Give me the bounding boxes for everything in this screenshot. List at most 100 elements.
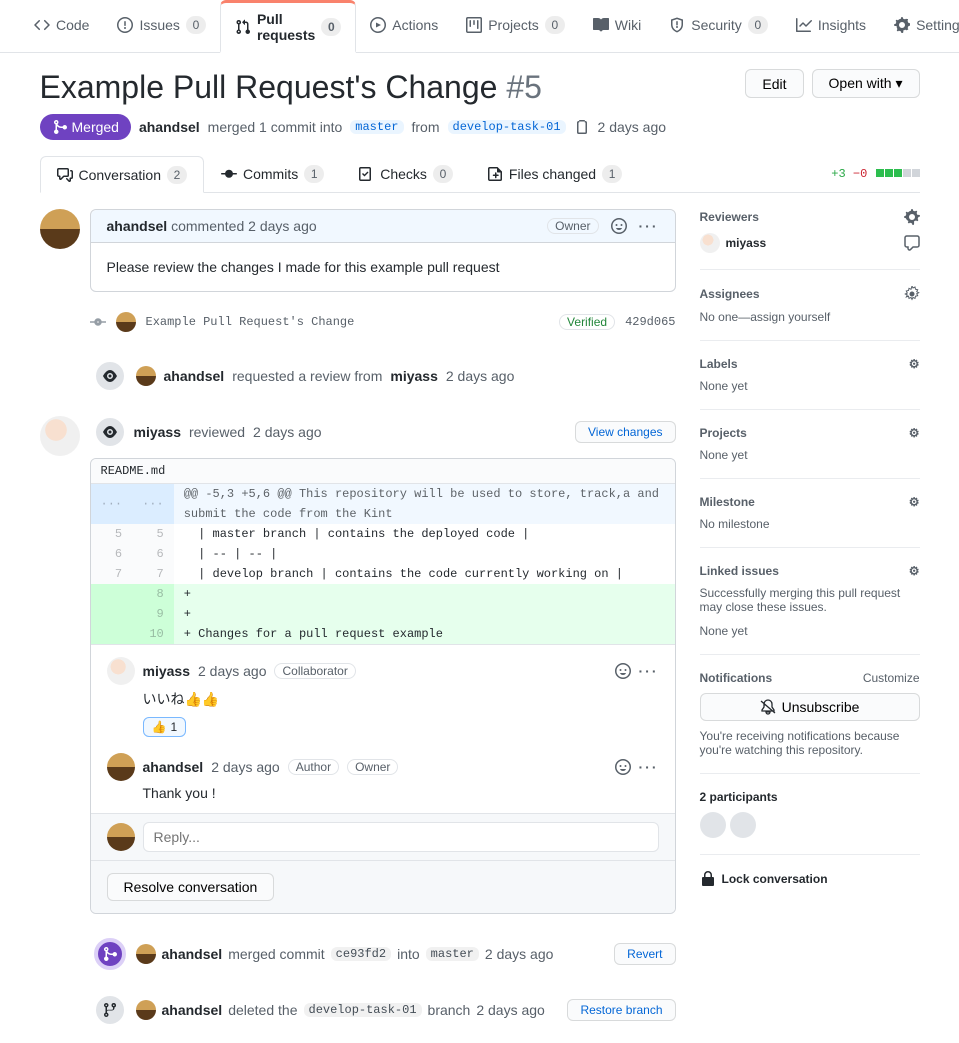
commit-avatar[interactable]: [116, 312, 136, 332]
merged-avatar[interactable]: [136, 944, 156, 964]
prtab-commits[interactable]: Commits 1: [204, 156, 341, 192]
prtab-checks[interactable]: Checks 0: [341, 156, 470, 192]
prtab-files[interactable]: Files changed 1: [470, 156, 639, 192]
issue-icon: [117, 17, 133, 33]
verified-badge[interactable]: Verified: [559, 314, 615, 330]
comment-icon[interactable]: [904, 235, 920, 251]
sb-notif-desc: You're receiving notifications because y…: [700, 729, 920, 757]
gear-icon-4[interactable]: ⚙: [909, 357, 920, 371]
resolve-conversation-button[interactable]: Resolve conversation: [107, 873, 275, 901]
tab-settings[interactable]: Settings: [880, 0, 959, 52]
tab-issues[interactable]: Issues 0: [103, 0, 219, 52]
base-branch[interactable]: master: [350, 120, 403, 134]
reply-input[interactable]: [143, 822, 659, 852]
issues-count: 0: [186, 16, 206, 34]
deleted-author[interactable]: ahandsel: [162, 1002, 223, 1018]
merge-author[interactable]: ahandsel: [139, 119, 200, 135]
tab-issues-label: Issues: [139, 17, 179, 33]
commit-sha[interactable]: 429d065: [625, 315, 675, 329]
gear-icon-3[interactable]: [904, 286, 920, 302]
kebab-icon[interactable]: ···: [639, 218, 659, 234]
commit-node-icon: [90, 314, 106, 330]
reaction-thumbsup[interactable]: 👍 1: [143, 717, 187, 737]
review-action: reviewed: [189, 424, 245, 440]
inline-avatar-1[interactable]: [107, 657, 135, 685]
diff-line[interactable]: 9+: [91, 604, 675, 624]
kebab-icon-2[interactable]: ···: [639, 663, 659, 679]
open-with-button[interactable]: Open with ▾: [812, 69, 920, 98]
gear-icon-2[interactable]: [904, 209, 920, 225]
avatar-ahandsel[interactable]: [40, 209, 80, 249]
inline1-author[interactable]: miyass: [143, 663, 190, 679]
req-when: 2 days ago: [446, 368, 515, 384]
merged-sha[interactable]: ce93fd2: [331, 947, 391, 961]
req-author[interactable]: ahandsel: [164, 368, 225, 384]
participant-1[interactable]: [700, 812, 726, 838]
reviewer-name[interactable]: miyass: [726, 236, 767, 250]
commits-label: Commits: [243, 166, 298, 182]
sb-notif-customize[interactable]: Customize: [863, 671, 920, 685]
deleted-avatar[interactable]: [136, 1000, 156, 1020]
deleted-text2: branch: [428, 1002, 471, 1018]
tab-wiki-label: Wiki: [615, 17, 641, 33]
diff-line[interactable]: 66 | -- | -- |: [91, 544, 675, 564]
deleted-branch[interactable]: develop-task-01: [304, 1003, 422, 1017]
commits-count: 1: [304, 165, 324, 183]
tab-projects[interactable]: Projects 0: [452, 0, 579, 52]
avatar-miyass[interactable]: [40, 416, 80, 456]
gear-icon-5[interactable]: ⚙: [909, 426, 920, 440]
book-icon: [593, 17, 609, 33]
shield-icon: [669, 17, 685, 33]
gear-icon-6[interactable]: ⚙: [909, 495, 920, 509]
restore-branch-button[interactable]: Restore branch: [567, 999, 675, 1021]
inline1-badge: Collaborator: [274, 663, 355, 679]
merged-author[interactable]: ahandsel: [162, 946, 223, 962]
tab-code[interactable]: Code: [20, 0, 103, 52]
gear-icon-7[interactable]: ⚙: [909, 564, 920, 578]
kebab-icon-3[interactable]: ···: [639, 759, 659, 775]
tab-wiki[interactable]: Wiki: [579, 0, 655, 52]
head-branch[interactable]: develop-task-01: [448, 120, 566, 134]
unsubscribe-button[interactable]: Unsubscribe: [700, 693, 920, 721]
reply-avatar[interactable]: [107, 823, 135, 851]
edit-button[interactable]: Edit: [745, 69, 803, 98]
smiley-icon-2[interactable]: [615, 663, 631, 679]
event-avatar[interactable]: [136, 366, 156, 386]
tab-insights[interactable]: Insights: [782, 0, 880, 52]
view-changes-button[interactable]: View changes: [575, 421, 676, 443]
participant-2[interactable]: [730, 812, 756, 838]
hunk-header: @@ -5,3 +5,6 @@ This repository will be …: [174, 484, 675, 524]
commit-message[interactable]: Example Pull Request's Change: [146, 315, 550, 329]
files-count: 1: [602, 165, 622, 183]
copy-icon[interactable]: [574, 119, 590, 135]
diff-line[interactable]: 8+: [91, 584, 675, 604]
inline2-author[interactable]: ahandsel: [143, 759, 204, 775]
diff-line[interactable]: 55 | master branch | contains the deploy…: [91, 524, 675, 544]
diff-line[interactable]: 77 | develop branch | contains the code …: [91, 564, 675, 584]
tab-actions[interactable]: Actions: [356, 0, 452, 52]
comment-author[interactable]: ahandsel: [107, 218, 168, 234]
revert-button[interactable]: Revert: [614, 943, 675, 965]
reaction-emoji: 👍: [152, 720, 167, 734]
merged-branch[interactable]: master: [426, 947, 479, 961]
eye-marker: [94, 360, 126, 392]
code-icon: [34, 17, 50, 33]
diff-del: −0: [853, 167, 867, 181]
diff-line[interactable]: 10+ Changes for a pull request example: [91, 624, 675, 644]
inline-avatar-2[interactable]: [107, 753, 135, 781]
commit-icon: [221, 166, 237, 182]
tab-security[interactable]: Security 0: [655, 0, 782, 52]
file-name[interactable]: README.md: [91, 459, 675, 484]
tab-pulls[interactable]: Pull requests 0: [220, 0, 356, 53]
smiley-icon[interactable]: [611, 218, 627, 234]
review-author[interactable]: miyass: [134, 424, 181, 440]
sb-assignees-text[interactable]: No one—assign yourself: [700, 310, 920, 324]
prtab-conversation[interactable]: Conversation 2: [40, 156, 205, 193]
merge-marker: [94, 938, 126, 970]
pr-title: Example Pull Request's Change #5: [40, 69, 542, 106]
req-reviewer[interactable]: miyass: [390, 368, 437, 384]
commit-row: Example Pull Request's Change Verified 4…: [90, 308, 676, 336]
reviewer-avatar[interactable]: [700, 233, 720, 253]
lock-conversation[interactable]: Lock conversation: [700, 871, 920, 887]
smiley-icon-3[interactable]: [615, 759, 631, 775]
